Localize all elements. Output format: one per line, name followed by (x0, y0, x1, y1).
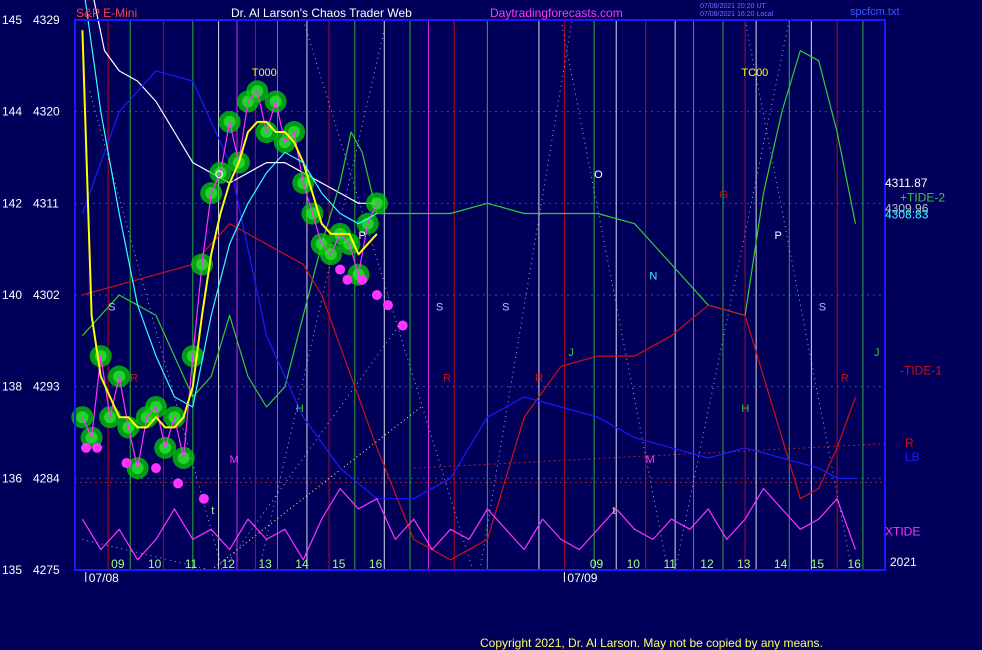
y-tick-index: 145 (2, 13, 22, 27)
x-tick-label: 10 (148, 557, 162, 571)
x-tick-label: 15 (332, 557, 346, 571)
event-marker-label: P (359, 230, 366, 242)
low-marker-dot (371, 290, 382, 300)
event-marker-label: J (874, 347, 880, 359)
x-tick-label: 15 (811, 557, 825, 571)
low-marker-dot (397, 320, 408, 331)
timestamp-ut: 07/08/2021 20:20 UT (700, 3, 766, 10)
event-marker-label: R (841, 373, 849, 385)
timestamp-local: 07/08/2021 16:20 Local (700, 11, 774, 18)
page-title: Dr. Al Larson's Chaos Trader Web (231, 6, 412, 20)
x-tick-label: 13 (737, 557, 751, 571)
event-marker-label: t (211, 505, 214, 517)
x-tick-label: 12 (222, 557, 236, 571)
event-marker-label: O (594, 169, 603, 181)
event-marker-label: S (502, 301, 509, 313)
x-tick-label: 09 (590, 557, 604, 571)
x-tick-label: 14 (295, 557, 309, 571)
symbol-label: S&P E-Mini (76, 6, 137, 20)
event-marker-label: S (819, 301, 826, 313)
y-tick-price: 4275 (33, 563, 60, 577)
event-marker-label: M (230, 454, 239, 466)
copyright: Copyright 2021, Dr. Al Larson. May not b… (480, 636, 823, 650)
x-tick-label: 10 (627, 557, 641, 571)
event-marker-label: R (535, 373, 543, 385)
x-tick-label: 11 (185, 557, 198, 571)
event-marker-label: H (296, 403, 304, 415)
event-marker-label: J (568, 347, 574, 359)
x-date-label: 07/08 (89, 571, 119, 585)
right-value-label: R (905, 436, 914, 450)
low-marker-dot (92, 442, 103, 453)
low-marker-dot (357, 274, 368, 285)
low-marker-dot (81, 442, 92, 453)
y-tick-price: 4302 (33, 288, 60, 302)
x-tick-label: 12 (700, 557, 714, 571)
x-date-label: 07/09 (567, 571, 597, 585)
low-marker-dot (198, 493, 209, 504)
y-tick-index: 136 (2, 471, 22, 485)
x-tick-label: 13 (258, 557, 272, 571)
y-tick-index: 144 (2, 105, 22, 119)
low-marker-dot (173, 478, 184, 489)
event-marker-label: O (215, 169, 224, 181)
low-marker-dot (342, 274, 353, 285)
event-marker-label: M (646, 454, 655, 466)
x-tick-label: 16 (848, 557, 862, 571)
event-marker-label: S (436, 301, 443, 313)
event-marker-label: N (649, 271, 657, 283)
right-value-label: -TIDE-1 (900, 363, 942, 377)
y-tick-price: 4320 (33, 105, 60, 119)
y-tick-price: 4293 (33, 380, 60, 394)
x-tick-label: 14 (774, 557, 788, 571)
event-marker-label: t (613, 505, 616, 517)
low-marker-dot (335, 264, 346, 275)
y-tick-index: 142 (2, 196, 22, 210)
chart-background (0, 0, 982, 650)
event-marker-label: R (443, 373, 451, 385)
low-marker-dot (151, 463, 161, 474)
event-marker-label: T000 (252, 67, 277, 79)
y-tick-price: 4329 (33, 13, 60, 27)
event-marker-label: R (130, 373, 138, 385)
x-tick-label: 11 (663, 557, 676, 571)
right-value-label: 4308.83 (885, 208, 929, 222)
event-marker-label: G (719, 189, 728, 201)
year-label: 2021 (890, 555, 917, 569)
y-tick-price: 4311 (33, 196, 59, 210)
x-tick-label: 16 (369, 557, 383, 571)
x-tick-label: 09 (111, 557, 125, 571)
low-marker-dot (121, 458, 132, 469)
y-tick-price: 4284 (33, 471, 60, 485)
event-marker-label: S (108, 301, 115, 313)
event-marker-label: P (775, 230, 782, 242)
y-tick-index: 140 (2, 288, 22, 302)
event-marker-label: H (741, 403, 749, 415)
low-marker-dot (382, 300, 393, 311)
y-tick-index: 135 (2, 563, 22, 577)
file-name: spcfcm.txt (850, 6, 900, 18)
event-marker-label: TC00 (741, 67, 768, 79)
chart: T000 TC00 O O P P S S S S N R R R R H H J J M Mt t G 135 4275 13… (0, 0, 982, 650)
right-value-label: XTIDE (885, 524, 920, 538)
y-tick-index: 138 (2, 380, 22, 394)
right-value-label: LB (905, 450, 920, 464)
site-link[interactable]: Daytradingforecasts.com (490, 6, 623, 20)
right-value-label: 4311.87 (885, 176, 928, 190)
